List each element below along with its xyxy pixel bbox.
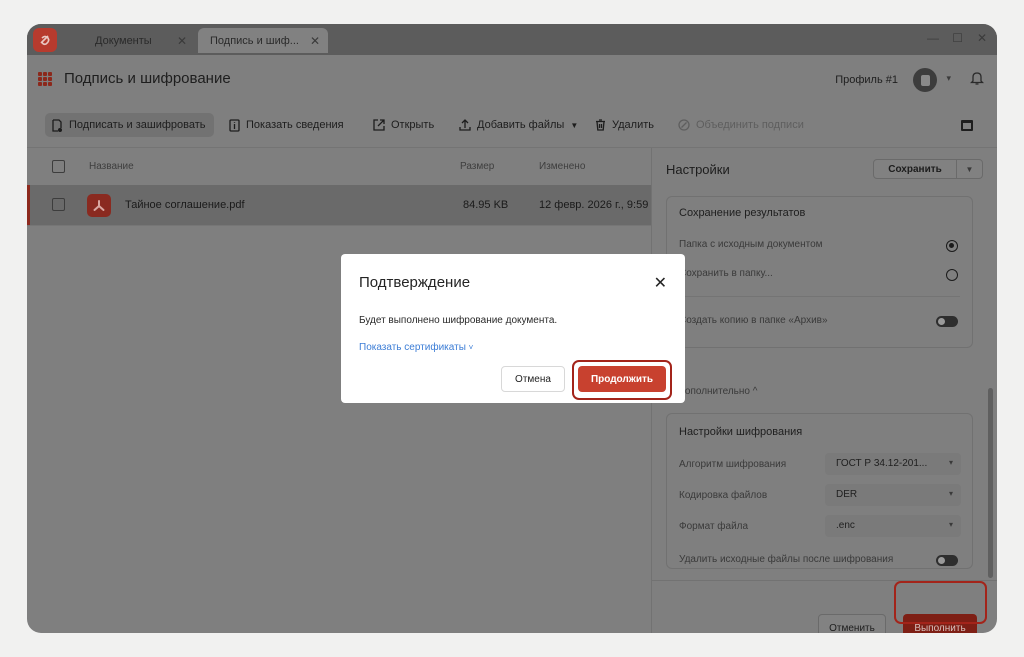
archive-copy-toggle[interactable] (936, 316, 958, 327)
format-select[interactable]: .enc (825, 515, 961, 537)
additional-expander[interactable]: Дополнительно ^ (678, 386, 757, 397)
app-header: Подпись и шифрование Профиль #1 ▾ (27, 55, 997, 101)
toolbar: Подписать и зашифровать Показать сведени… (27, 101, 997, 148)
sign-encrypt-icon (52, 118, 62, 132)
column-name[interactable]: Название (89, 161, 134, 172)
trash-icon (596, 119, 605, 131)
select-all-checkbox[interactable] (52, 160, 65, 173)
add-files-label: Добавить файлы (477, 119, 565, 131)
delete-button[interactable]: Удалить (595, 113, 654, 137)
column-modified[interactable]: Изменено (539, 161, 585, 172)
minimize-icon[interactable]: — (927, 31, 939, 45)
show-certificates-link[interactable]: Показать сертификаты ˅ (359, 342, 473, 353)
encryption-title: Настройки шифрования (679, 426, 803, 438)
option-source-folder[interactable]: Папка с исходным документом (679, 239, 823, 250)
scrollbar[interactable] (988, 388, 993, 578)
option-save-to-folder[interactable]: Сохранить в папку... (679, 268, 773, 279)
dialog-message: Будет выполнено шифрование документа. (359, 315, 558, 326)
save-to-folder-radio[interactable] (946, 269, 958, 281)
merge-signatures-icon (678, 119, 690, 131)
tab-sign-encrypt[interactable]: Подпись и шиф... ✕ (198, 28, 328, 53)
info-doc-icon (229, 118, 240, 132)
file-size: 84.95 KB (463, 199, 509, 211)
results-card: Сохранение результатов Папка с исходным … (666, 196, 973, 348)
tab-label: Подпись и шиф... (210, 34, 299, 47)
encoding-select[interactable]: DER (825, 484, 961, 506)
add-files-button[interactable]: Добавить файлы ▼ (459, 113, 578, 137)
dialog-title: Подтверждение (359, 274, 471, 291)
settings-panel: Настройки Сохранить ▼ Сохранение результ… (651, 148, 997, 633)
format-label: Формат файла (679, 521, 749, 532)
cancel-button[interactable]: Отменить (818, 614, 886, 633)
show-info-button[interactable]: Показать сведения (229, 113, 344, 137)
save-settings-button[interactable]: Сохранить ▼ (873, 159, 983, 179)
apps-grid-icon[interactable] (38, 72, 52, 86)
chevron-down-icon[interactable]: ▾ (946, 73, 951, 84)
results-title: Сохранение результатов (679, 207, 806, 219)
avatar[interactable] (913, 68, 937, 92)
sign-encrypt-button[interactable]: Подписать и зашифровать (45, 113, 214, 137)
close-tab-icon[interactable]: ✕ (177, 34, 187, 48)
delete-label: Удалить (612, 119, 654, 131)
merge-signatures-button[interactable]: Объединить подписи (678, 113, 804, 137)
table-row[interactable]: Тайное соглашение.pdf 84.95 KB 12 февр. … (27, 185, 651, 225)
additional-label: Дополнительно (678, 386, 750, 397)
panel-toggle-icon[interactable] (961, 120, 973, 131)
file-name: Тайное соглашение.pdf (125, 199, 245, 211)
run-button-highlight (894, 581, 987, 624)
delete-source-toggle[interactable] (936, 555, 958, 566)
app-logo-icon (33, 28, 57, 52)
delete-source-label: Удалить исходные файлы после шифрования (679, 554, 894, 565)
algorithm-select[interactable]: ГОСТ Р 34.12-201... (825, 453, 961, 475)
upload-icon (459, 119, 471, 131)
close-icon[interactable]: ✕ (654, 276, 667, 292)
open-label: Открыть (391, 119, 435, 131)
settings-title: Настройки (666, 162, 730, 177)
merge-signatures-label: Объединить подписи (696, 119, 804, 131)
show-certificates-label: Показать сертификаты (359, 342, 466, 353)
option-archive-copy: Создать копию в папке «Архив» (679, 315, 828, 326)
bell-icon[interactable] (970, 70, 984, 86)
dialog-cancel-button[interactable]: Отмена (501, 366, 565, 392)
column-size[interactable]: Размер (460, 161, 494, 172)
chevron-down-icon: ˅ (468, 343, 474, 352)
row-checkbox[interactable] (52, 198, 65, 211)
profile-name[interactable]: Профиль #1 (835, 74, 898, 86)
chevron-down-icon: ▼ (570, 120, 579, 130)
chevron-up-icon: ^ (752, 386, 758, 397)
encryption-card: Настройки шифрования Алгоритм шифрования… (666, 413, 973, 569)
close-tab-icon[interactable]: ✕ (310, 34, 320, 48)
divider (679, 296, 960, 297)
show-info-label: Показать сведения (246, 119, 344, 131)
sign-encrypt-label: Подписать и зашифровать (69, 119, 206, 131)
tab-bar: Документы ✕ Подпись и шиф... ✕ — ☐ ✕ (27, 24, 997, 55)
maximize-icon[interactable]: ☐ (952, 31, 963, 45)
tab-documents[interactable]: Документы ✕ (83, 28, 195, 53)
open-button[interactable]: Открыть (373, 113, 434, 137)
page-title: Подпись и шифрование (64, 70, 231, 87)
close-window-icon[interactable]: ✕ (977, 31, 987, 45)
file-modified: 12 февр. 2026 г., 9:59 (539, 199, 649, 211)
source-folder-radio[interactable] (946, 240, 958, 252)
save-settings-label: Сохранить (888, 163, 942, 175)
encoding-label: Кодировка файлов (679, 490, 768, 501)
pdf-file-icon (87, 194, 111, 217)
algorithm-label: Алгоритм шифрования (679, 459, 787, 470)
chevron-down-icon[interactable]: ▼ (956, 160, 982, 178)
tab-label: Документы (95, 34, 152, 47)
continue-button-highlight (572, 360, 672, 400)
external-open-icon (373, 119, 385, 131)
divider (27, 225, 651, 226)
list-header: Название Размер Изменено (27, 148, 651, 185)
